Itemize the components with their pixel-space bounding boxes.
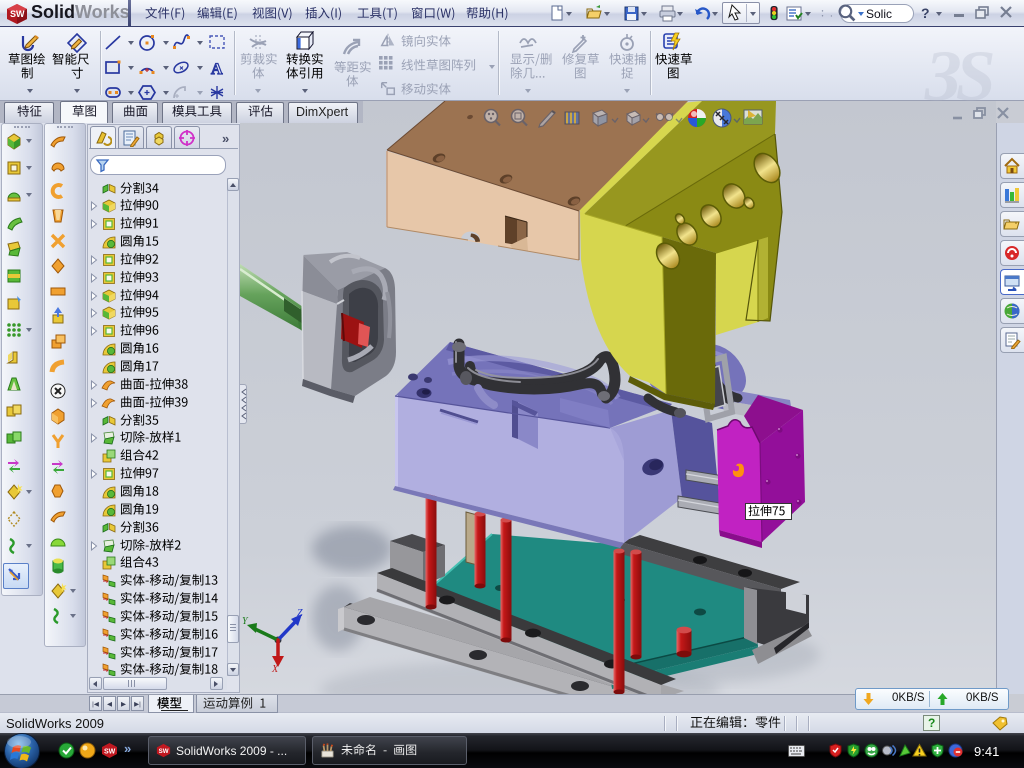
svg-text:Z: Z — [297, 608, 303, 619]
svg-text:SW: SW — [104, 749, 116, 756]
svg-text:SW: SW — [10, 9, 25, 19]
svg-text:SW: SW — [159, 748, 169, 755]
svg-text:A: A — [211, 61, 223, 76]
svg-text:X: X — [271, 664, 279, 675]
